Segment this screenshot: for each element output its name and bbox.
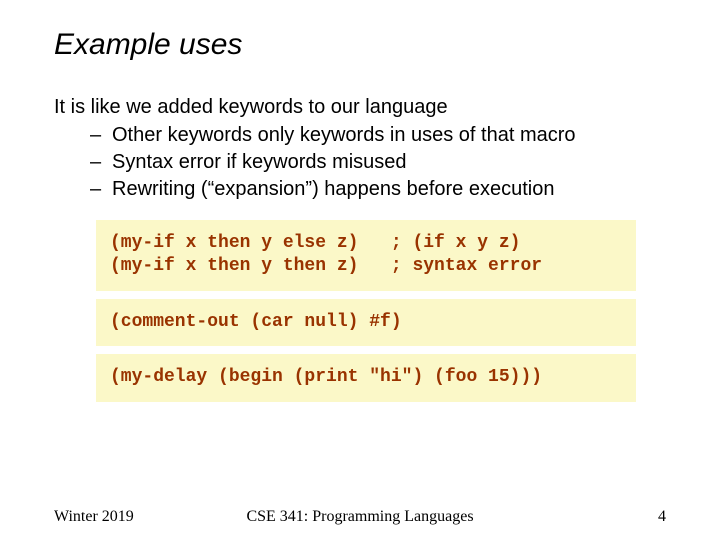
- slide-title: Example uses: [54, 28, 666, 62]
- slide: Example uses It is like we added keyword…: [0, 0, 720, 540]
- bullet-item: Syntax error if keywords misused: [90, 149, 666, 175]
- code-block-3: (my-delay (begin (print "hi") (foo 15))): [96, 354, 636, 401]
- bullet-list: Other keywords only keywords in uses of …: [54, 122, 666, 202]
- bullet-item: Rewriting (“expansion”) happens before e…: [90, 176, 666, 202]
- bullet-item: Other keywords only keywords in uses of …: [90, 122, 666, 148]
- code-block-1: (my-if x then y else z) ; (if x y z) (my…: [96, 220, 636, 291]
- slide-body: It is like we added keywords to our lang…: [54, 94, 666, 402]
- code-block-2: (comment-out (car null) #f): [96, 299, 636, 346]
- footer-course: CSE 341: Programming Languages: [54, 508, 666, 526]
- footer-page-number: 4: [658, 508, 666, 526]
- lead-text: It is like we added keywords to our lang…: [54, 94, 666, 120]
